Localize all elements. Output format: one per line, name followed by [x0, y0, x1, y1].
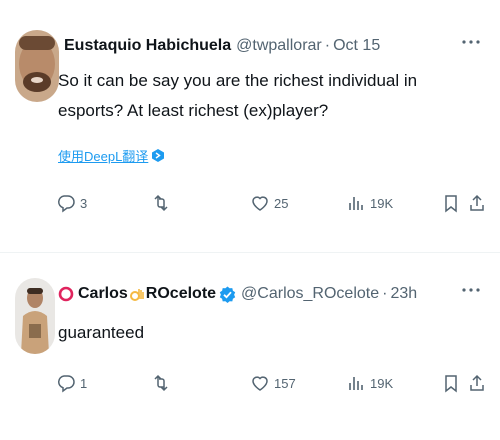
avatar[interactable]	[15, 278, 55, 354]
reply-icon	[57, 195, 75, 213]
heart-icon	[252, 376, 268, 391]
reply-icon	[57, 375, 75, 393]
reply-count: 1	[80, 375, 88, 391]
o-badge-icon	[58, 286, 74, 302]
heart-icon	[252, 196, 268, 211]
like-button[interactable]: 25	[250, 193, 288, 213]
more-icon[interactable]	[462, 32, 480, 50]
retweet-button[interactable]	[151, 373, 175, 393]
views-button[interactable]: 19K	[346, 193, 393, 213]
separator: ·	[324, 37, 331, 54]
avatar-image	[15, 278, 55, 354]
author-handle[interactable]: @twpallorar	[236, 37, 322, 55]
ok-hand-icon	[129, 289, 144, 301]
author-name[interactable]: Eustaquio Habichuela	[64, 37, 231, 55]
share-icon	[470, 194, 484, 211]
share-icon	[470, 374, 484, 391]
bookmark-icon	[445, 195, 457, 213]
bookmark-icon	[445, 375, 457, 393]
translate-link[interactable]: 使用DeepL翻译	[58, 146, 165, 165]
reply-button[interactable]: 3	[56, 193, 87, 213]
more-icon[interactable]	[462, 280, 480, 298]
separator: ·	[382, 285, 388, 302]
views-count: 19K	[370, 375, 394, 391]
verified-icon	[219, 286, 236, 303]
deepl-icon	[152, 149, 165, 162]
tweet-header: Eustaquio Habichuela @twpallorar · Oct 1…	[64, 37, 380, 55]
retweet-button[interactable]	[151, 193, 175, 213]
like-count: 25	[274, 195, 289, 211]
reply-count: 3	[80, 195, 88, 211]
share-button[interactable]	[467, 373, 487, 393]
like-count: 157	[274, 375, 296, 391]
views-button[interactable]: 19K	[346, 373, 393, 393]
divider	[0, 252, 500, 253]
bookmark-button[interactable]	[441, 373, 461, 393]
tweet-header: Carlos ROcelote @Carlos_ROcelote · 23h	[58, 285, 417, 303]
retweet-icon	[154, 194, 168, 212]
like-button[interactable]: 157	[250, 373, 296, 393]
tweet[interactable]: Eustaquio Habichuela @twpallorar · Oct 1…	[0, 0, 500, 248]
author-name-first[interactable]: Carlos	[78, 285, 128, 303]
views-count: 19K	[370, 195, 394, 211]
bookmark-button[interactable]	[441, 193, 461, 213]
views-icon	[349, 197, 363, 210]
timestamp[interactable]: 23h	[390, 285, 417, 303]
tweet-text: guaranteed	[58, 323, 145, 342]
reply-button[interactable]: 1	[56, 373, 87, 393]
translate-label[interactable]: 使用DeepL翻译	[58, 146, 148, 165]
share-button[interactable]	[467, 193, 487, 213]
timestamp[interactable]: Oct 15	[333, 37, 380, 55]
avatar-image	[15, 30, 59, 102]
tweet[interactable]: Carlos ROcelote @Carlos_ROcelote · 23h g…	[0, 258, 500, 440]
views-icon	[349, 377, 363, 390]
author-name-last[interactable]: ROcelote	[146, 285, 216, 303]
tweet-text: So it can be say you are the richest ind…	[58, 71, 418, 120]
avatar[interactable]	[15, 30, 59, 102]
retweet-icon	[154, 374, 168, 392]
author-handle[interactable]: @Carlos_ROcelote	[241, 285, 379, 303]
